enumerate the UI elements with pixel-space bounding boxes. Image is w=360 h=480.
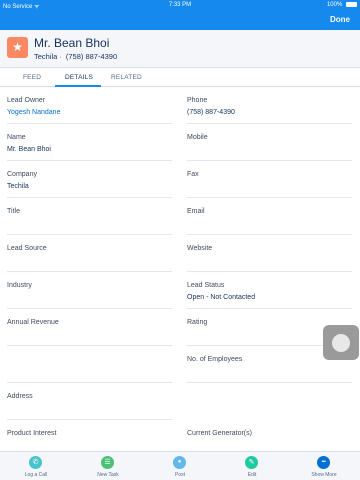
field-website: Website [187, 235, 352, 272]
field-phone: Phone (758) 887-4390 [187, 87, 352, 124]
navigation-bar: Done [0, 10, 360, 30]
field-mobile: Mobile [187, 124, 352, 161]
tab-details[interactable]: DETAILS [65, 74, 93, 81]
field-label: Rating [187, 319, 208, 326]
field-label: Fax [187, 171, 199, 178]
assistive-touch-button[interactable] [323, 325, 359, 360]
record-tabs: FEED DETAILS RELATED [0, 68, 360, 87]
company-value: Techila [7, 183, 29, 190]
record-phone[interactable]: (758) 887-4390 [66, 52, 117, 61]
action-bar: ✆ Log a Call ☰ New Task ● Post ✎ Edit ••… [0, 451, 360, 480]
field-empty [7, 346, 172, 383]
action-label: New Task [97, 472, 119, 478]
battery-level: 100% [326, 1, 343, 8]
field-label: Lead Status [187, 282, 225, 289]
assistive-touch-icon [332, 334, 350, 352]
field-label: Title [7, 208, 20, 215]
field-label: Lead Owner [7, 97, 46, 104]
field-label: Mobile [187, 134, 208, 141]
battery-icon [346, 1, 357, 7]
field-label: Annual Revenue [7, 319, 59, 326]
field-email: Email [187, 198, 352, 235]
clock: 7:33 PM [168, 1, 192, 8]
field-label: Website [187, 245, 213, 252]
tab-related[interactable]: RELATED [111, 74, 142, 81]
field-industry: Industry [7, 272, 172, 309]
battery-indicator: 100% [326, 1, 357, 8]
field-name: Name Mr. Bean Bhoi [7, 124, 172, 161]
phone-value[interactable]: (758) 887-4390 [187, 109, 235, 116]
field-label: Lead Source [7, 245, 47, 252]
field-company: Company Techila [7, 161, 172, 198]
field-address: Address [7, 383, 172, 420]
action-label: Edit [247, 472, 257, 478]
separator-dot: · [59, 52, 62, 61]
field-lead-status: Lead Status Open - Not Contacted [187, 272, 352, 309]
field-annual-revenue: Annual Revenue [7, 309, 172, 346]
record-subtitle: Techila · (758) 887-4390 [34, 52, 117, 61]
field-label: Product Interest [7, 430, 57, 437]
record-company: Techila [34, 52, 58, 61]
field-label: No. of Employees [187, 356, 243, 363]
phone-icon: ✆ [29, 456, 42, 469]
lead-icon: ★ [7, 37, 28, 58]
field-label: Address [7, 393, 33, 400]
record-header: ★ Mr. Bean Bhoi Techila · (758) 887-4390 [0, 30, 360, 68]
action-label: Post [174, 472, 185, 478]
field-label: Current Generator(s) [187, 430, 252, 437]
field-label: Name [7, 134, 26, 141]
name-value: Mr. Bean Bhoi [7, 146, 51, 153]
field-label: Industry [7, 282, 32, 289]
field-label: Email [187, 208, 205, 215]
field-lead-owner: Lead Owner Yogesh Nandane [7, 87, 172, 124]
action-label: Show More [311, 472, 337, 478]
status-bar: No Service ᯤ 7:33 PM 100% [0, 0, 360, 10]
field-title: Title [7, 198, 172, 235]
lead-owner-link[interactable]: Yogesh Nandane [7, 109, 60, 116]
chat-bubble-icon: ● [173, 456, 186, 469]
more-icon: ••• [317, 456, 330, 469]
pencil-icon: ✎ [245, 456, 258, 469]
task-list-icon: ☰ [101, 456, 114, 469]
action-label: Log a Call [24, 472, 48, 478]
record-title: Mr. Bean Bhoi [34, 36, 110, 50]
field-label: Phone [187, 97, 208, 104]
field-label: Company [7, 171, 37, 178]
field-lead-source: Lead Source [7, 235, 172, 272]
field-fax: Fax [187, 161, 352, 198]
tab-feed[interactable]: FEED [23, 74, 41, 81]
lead-status-value: Open - Not Contacted [187, 294, 256, 301]
done-button[interactable]: Done [330, 15, 350, 24]
